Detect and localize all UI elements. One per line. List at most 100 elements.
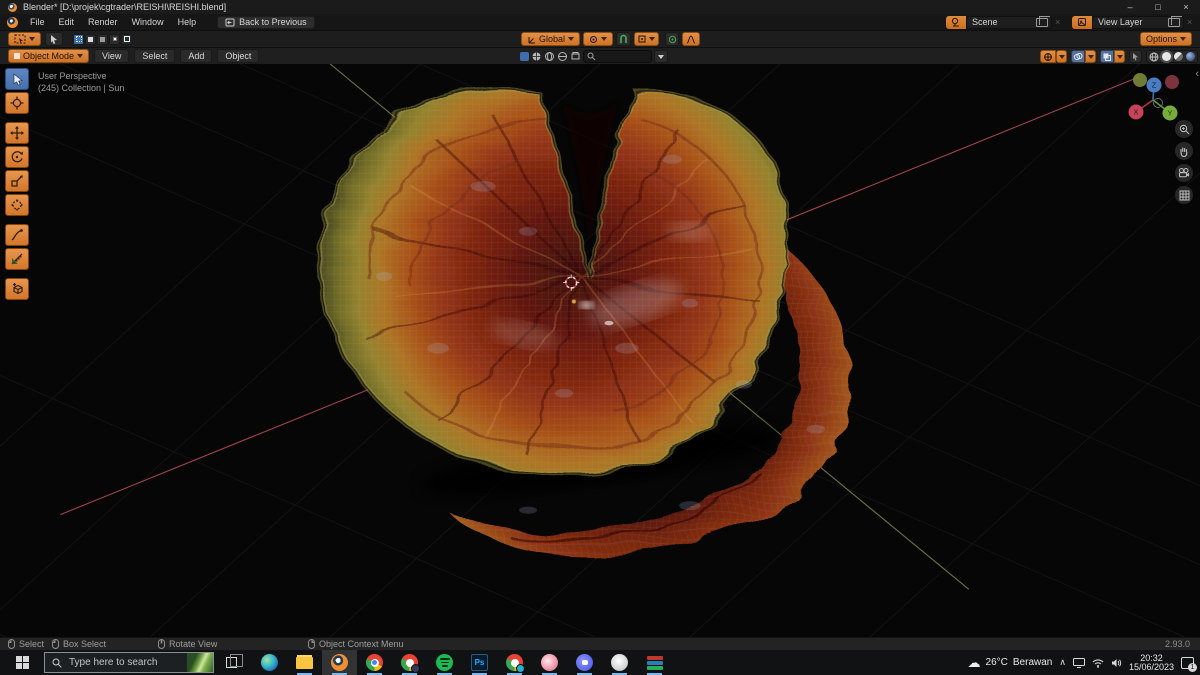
taskbar-app-microsoft-edge[interactable] [252,650,287,675]
active-tool-button[interactable] [8,32,41,46]
blender-icon [331,654,348,671]
gizmo-axis-neg-x[interactable] [1165,75,1179,89]
blender-app-menu-icon[interactable] [7,16,18,28]
minimize-button[interactable]: – [1116,0,1144,14]
tool-move[interactable] [5,122,29,144]
show-gizmo-toggle[interactable] [1040,50,1056,63]
menu-help[interactable]: Help [171,14,204,30]
gizmo-dropdown[interactable] [1056,50,1067,63]
viewport-menu-object[interactable]: Object [217,49,260,63]
menu-edit[interactable]: Edit [52,14,82,30]
view-layer-icon[interactable] [1072,15,1092,29]
tool-cursor[interactable] [5,92,29,114]
show-overlays-toggle[interactable] [1071,50,1085,63]
zoom-button[interactable] [1175,120,1193,138]
taskbar-app-spotify[interactable] [427,650,462,675]
snap-settings-dropdown[interactable] [634,32,660,46]
proportional-editing-toggle[interactable] [665,32,680,46]
ortho-toggle-button[interactable] [1175,186,1193,204]
tool-select-box[interactable] [5,68,29,90]
wifi-icon[interactable] [1092,658,1104,668]
scene-field[interactable]: Scene [966,15,1052,29]
taskbar-app-blender[interactable] [322,650,357,675]
mouse-right-icon [308,639,315,649]
taskbar-app-paint-tool[interactable] [602,650,637,675]
viewport-search-input[interactable] [596,50,648,63]
viewport-menu-select[interactable]: Select [134,49,176,63]
taskbar-search-input[interactable] [67,656,171,669]
viewport-3d[interactable]: User Perspective (245) Collection | Sun [0,64,1200,637]
select-mode-new-icon[interactable] [73,33,84,45]
select-mode-intersect-icon[interactable] [121,33,132,45]
tray-monitor-icon[interactable] [1072,657,1085,668]
search-filter-dropdown[interactable] [654,50,668,63]
taskbar-search[interactable] [44,652,214,673]
gizmo-axis-neg-y[interactable] [1133,73,1147,87]
copy-scene-icon[interactable] [1036,15,1050,27]
visibility-sphere-icon[interactable] [531,51,542,62]
volume-icon[interactable] [1111,658,1122,668]
overlays-dropdown[interactable] [1085,50,1096,63]
tray-expand-icon[interactable]: ∧ [1059,657,1066,668]
pivot-point-dropdown[interactable] [583,32,614,46]
reishi-mushroom-model[interactable] [320,88,851,555]
select-mode-subtract-icon[interactable] [97,33,108,45]
taskbar-app-discord[interactable] [567,650,602,675]
select-mode-invert-icon[interactable] [109,33,120,45]
taskbar-app-photoshop[interactable]: Ps [462,650,497,675]
tool-measure[interactable] [5,248,29,270]
proportional-falloff-dropdown[interactable] [682,32,701,46]
taskbar-app-file-explorer[interactable] [287,650,322,675]
taskbar-app-chrome-profile[interactable] [392,650,427,675]
search-highlight-image[interactable] [187,653,213,672]
back-to-previous-button[interactable]: Back to Previous [217,15,315,29]
tool-add-cube[interactable] [5,278,29,300]
camera-view-button[interactable] [1175,164,1193,182]
taskbar-app-winrar[interactable] [637,650,672,675]
chrome-icon [366,654,383,671]
taskbar-app-medibang[interactable] [532,650,567,675]
maximize-button[interactable]: □ [1144,0,1172,14]
scene-icon[interactable] [946,15,966,29]
tool-scale[interactable] [5,170,29,192]
tool-transform[interactable] [5,194,29,216]
mode-dropdown[interactable]: Object Mode [8,49,90,63]
tool-annotate[interactable] [5,224,29,246]
menu-file[interactable]: File [23,14,52,30]
taskbar-app-chrome-work[interactable] [497,650,532,675]
weather-widget[interactable]: ☁ 26°C Berawan [965,654,1052,671]
copy-view-layer-icon[interactable] [1168,15,1182,27]
tool-rotate[interactable] [5,146,29,168]
select-mode-extend-icon[interactable] [85,33,96,45]
visibility-globe-icon[interactable] [544,51,555,62]
options-dropdown[interactable]: Options [1139,32,1192,46]
taskbar-app-chrome[interactable] [357,650,392,675]
solid-shading-icon[interactable] [1162,52,1171,61]
sidebar-toggle-arrow[interactable]: ‹ [1195,68,1199,80]
pan-button[interactable] [1175,142,1193,160]
visibility-render-icon[interactable] [570,51,581,62]
start-button[interactable] [0,650,44,675]
menu-render[interactable]: Render [81,14,125,30]
xray-dropdown[interactable] [1114,50,1125,63]
task-view-button[interactable] [214,650,248,675]
object-visibility-dropdown[interactable] [1129,50,1142,63]
transform-orientation-dropdown[interactable]: Global [521,32,581,46]
filter-selectable-icon[interactable] [520,52,529,61]
close-button[interactable]: × [1172,0,1200,14]
status-select-label: Select [19,639,45,649]
tweak-tool-button[interactable] [45,32,63,46]
menu-window[interactable]: Window [125,14,171,30]
viewport-menu-add[interactable]: Add [180,49,213,63]
rendered-shading-icon[interactable] [1186,52,1195,61]
select-cursor-icon [13,72,23,86]
wireframe-shading-icon[interactable] [1149,52,1159,62]
taskbar-clock[interactable]: 20:32 15/06/2023 [1129,653,1174,672]
viewport-menu-view[interactable]: View [94,49,130,63]
xray-toggle[interactable] [1100,50,1114,63]
visibility-world-icon[interactable] [557,51,568,62]
material-preview-shading-icon[interactable] [1174,52,1183,61]
view-layer-field[interactable]: View Layer [1092,15,1184,29]
snap-toggle-button[interactable] [616,32,632,46]
action-center-icon[interactable]: 1 [1181,656,1197,672]
